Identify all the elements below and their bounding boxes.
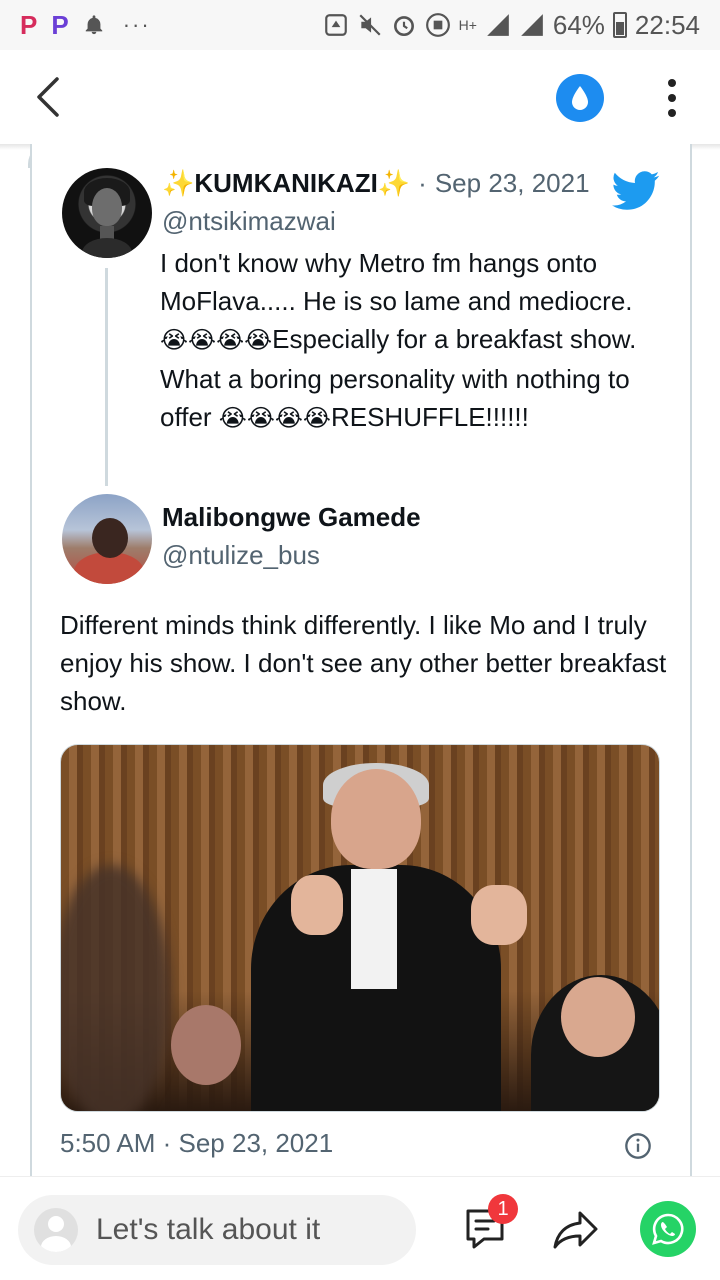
app-bar xyxy=(0,50,720,144)
dot xyxy=(668,94,676,102)
quoted-author-row: ✨ KUMKANIKAZI ✨ · Sep 23, 2021 xyxy=(162,168,590,199)
author-row: Malibongwe Gamede xyxy=(162,502,421,533)
network-type: H+ xyxy=(458,17,477,33)
quoted-text-part: I don't know why Metro fm hangs onto MoF… xyxy=(160,248,633,316)
mute-icon xyxy=(359,14,381,36)
battery-percent: 64% xyxy=(552,9,605,40)
info-icon[interactable] xyxy=(624,1132,652,1160)
thread-line xyxy=(105,268,108,486)
quoted-text-part: Especially for a breakfast show. xyxy=(272,324,637,354)
tweet-text: Different minds think differently. I lik… xyxy=(60,610,667,716)
sparkle-icon: ✨ xyxy=(377,168,411,198)
comment-count-badge: 1 xyxy=(488,1194,518,1224)
quoted-author-handle[interactable]: @ntsikimazwai xyxy=(162,206,336,237)
comment-placeholder: Let's talk about it xyxy=(96,1213,321,1246)
author-name[interactable]: Malibongwe Gamede xyxy=(162,502,421,533)
dot xyxy=(668,79,676,87)
more-notifications: ··· xyxy=(122,12,151,37)
crying-emoji: 😭😭😭😭 xyxy=(218,405,331,432)
alarm-icon xyxy=(393,16,414,37)
quoted-text-part: RESHUFFLE!!!!!! xyxy=(330,402,529,432)
battery-icon xyxy=(612,12,627,38)
more-options-button[interactable] xyxy=(660,74,684,122)
author-avatar[interactable] xyxy=(62,494,152,584)
quoted-tweet-date[interactable]: Sep 23, 2021 xyxy=(435,168,590,199)
p-app-icon: P xyxy=(20,9,38,40)
signal-icon xyxy=(521,14,543,36)
user-avatar-icon xyxy=(34,1208,78,1252)
whatsapp-icon xyxy=(652,1213,684,1245)
tweet-timestamp[interactable]: 5:50 AM · Sep 23, 2021 xyxy=(60,1128,333,1159)
comment-input[interactable]: Let's talk about it xyxy=(18,1195,416,1265)
quoted-author-avatar[interactable] xyxy=(62,168,152,258)
dot xyxy=(668,109,676,117)
crying-emoji: 😭😭😭😭 xyxy=(160,327,273,354)
author-handle[interactable]: @ntulize_bus xyxy=(162,540,320,571)
clock: 22:54 xyxy=(634,9,700,40)
status-bar: P P ··· H+ 64% 22:54 xyxy=(0,0,720,50)
signal-icon xyxy=(487,14,509,36)
share-icon[interactable] xyxy=(552,1207,600,1251)
twitter-bird-icon[interactable] xyxy=(612,170,660,212)
sim-icon xyxy=(425,13,450,37)
quoted-tweet-text: I don't know why Metro fm hangs onto MoF… xyxy=(160,244,660,438)
chevron-left-icon xyxy=(37,77,59,117)
bottom-bar: Let's talk about it xyxy=(0,1176,720,1280)
back-button[interactable] xyxy=(30,73,66,121)
water-drop-icon xyxy=(572,86,588,110)
recycle-icon xyxy=(324,14,347,36)
tweet-photo[interactable] xyxy=(60,744,660,1112)
sparkle-icon: ✨ xyxy=(162,168,195,198)
whatsapp-share-button[interactable] xyxy=(640,1201,696,1257)
quoted-author-name[interactable]: KUMKANIKAZI xyxy=(194,168,377,199)
p-app-icon: P xyxy=(51,9,69,40)
water-drop-button[interactable] xyxy=(556,74,604,122)
meta-separator: · xyxy=(418,168,427,198)
bell-icon xyxy=(85,15,102,35)
